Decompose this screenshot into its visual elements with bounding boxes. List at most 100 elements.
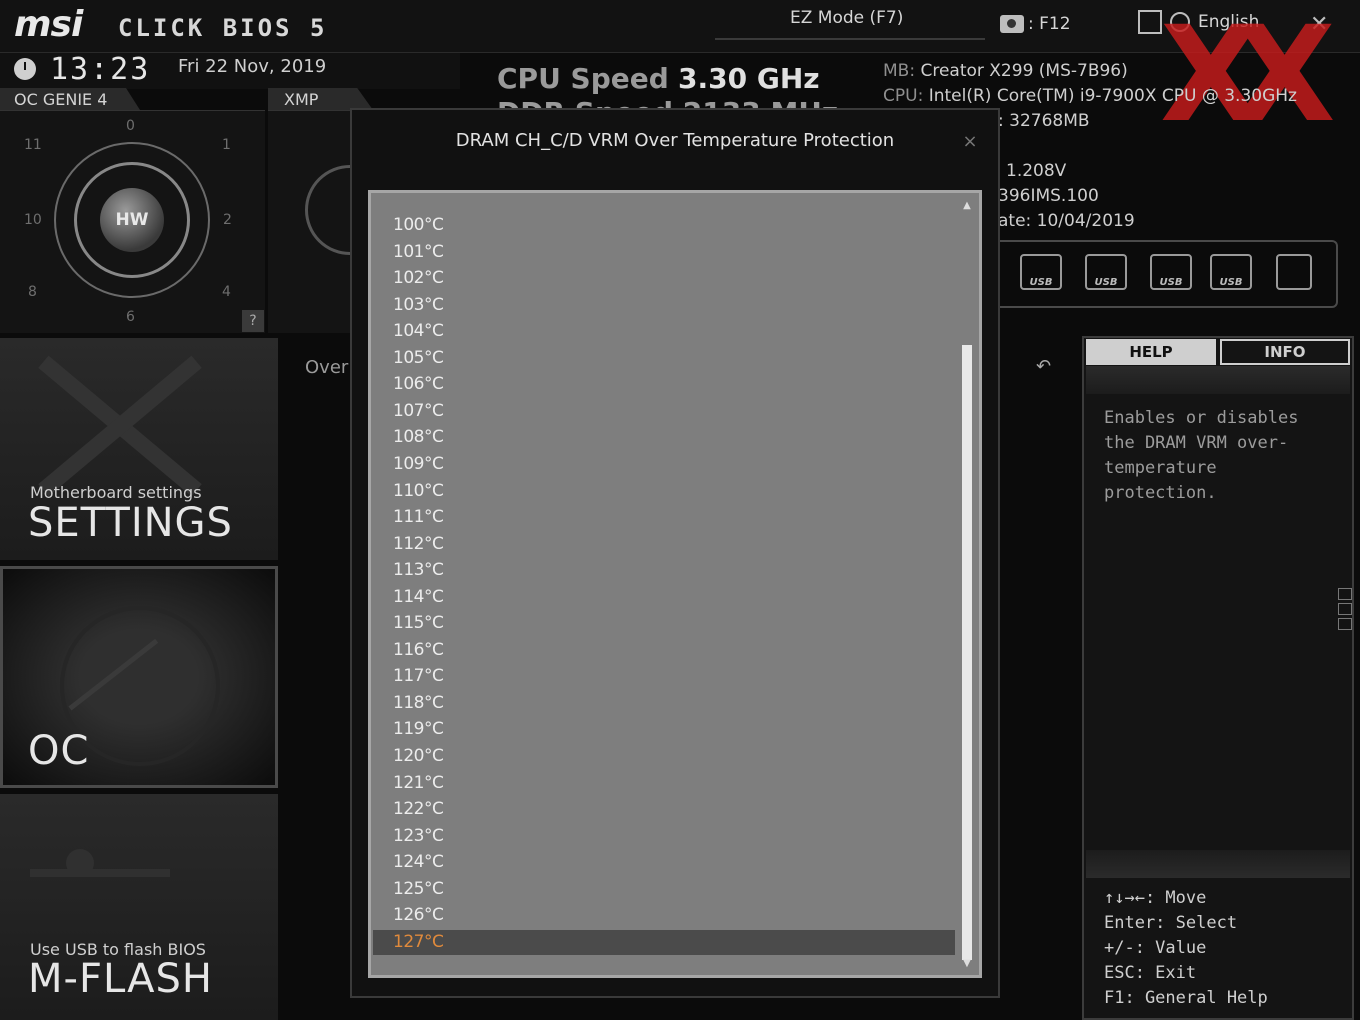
option-item[interactable]: 105°C	[373, 346, 955, 371]
option-item-selected[interactable]: 127°C	[373, 930, 955, 955]
key-move: ↑↓→←: Move	[1104, 888, 1207, 908]
help-description: Enables or disables the DRAM VRM over-te…	[1104, 408, 1299, 503]
clock-date: Fri 22 Nov, 2019	[178, 56, 327, 77]
nav-oc[interactable]: OC	[0, 566, 278, 788]
option-item[interactable]: 115°C	[373, 611, 955, 636]
nav-settings[interactable]: Motherboard settings SETTINGS	[0, 338, 278, 560]
option-item[interactable]: 101°C	[373, 240, 955, 265]
dial-number: 0	[126, 118, 135, 134]
option-item[interactable]: 112°C	[373, 532, 955, 557]
dialog-close-button[interactable]: ×	[960, 132, 980, 152]
option-item[interactable]: 106°C	[373, 372, 955, 397]
option-item[interactable]: 116°C	[373, 638, 955, 663]
usb-label: USB	[1159, 277, 1183, 288]
cpu-speed-label: CPU Speed	[497, 62, 669, 95]
option-item[interactable]: 124°C	[373, 850, 955, 875]
help-scroll-down-handle[interactable]	[1086, 850, 1350, 878]
option-item[interactable]: 119°C	[373, 717, 955, 742]
option-item[interactable]: 122°C	[373, 797, 955, 822]
cpu-info: CPU: Intel(R) Core(TM) i9-7900X CPU @ 3.…	[883, 86, 1297, 106]
dialog-title: DRAM CH_C/D VRM Over Temperature Protect…	[455, 130, 895, 151]
option-item[interactable]: 117°C	[373, 664, 955, 689]
search-icon[interactable]	[1138, 10, 1162, 34]
clock-icon	[14, 58, 36, 80]
click-bios-logo: CLICK BIOS 5	[118, 14, 328, 42]
key-exit: ESC: Exit	[1104, 963, 1197, 983]
bios-version-info: 396IMS.100	[998, 186, 1099, 206]
watermark-logo: XX	[1160, 0, 1335, 152]
side-tab-icon[interactable]	[1338, 588, 1352, 600]
usb-label: USB	[1219, 277, 1243, 288]
msi-logo: msi	[14, 4, 83, 45]
nav-oc-title: OC	[28, 728, 90, 774]
dial-number: 2	[223, 212, 232, 228]
close-icon[interactable]: ✕	[1310, 12, 1328, 37]
nav-mflash[interactable]: Use USB to flash BIOS M-FLASH	[0, 794, 278, 1020]
mb-info: MB: Creator X299 (MS-7B96)	[883, 61, 1128, 81]
cpu-speed-value: 3.30 GHz	[678, 62, 820, 95]
voltage-info: 1.208V	[1006, 161, 1067, 181]
tab-help[interactable]: HELP	[1086, 339, 1216, 365]
dial-number: 4	[222, 284, 231, 300]
ez-mode-button[interactable]: EZ Mode (F7)	[790, 8, 903, 28]
side-tab-icon[interactable]	[1338, 618, 1352, 630]
boot-device-usb-floppy[interactable]: USB	[1210, 254, 1252, 290]
ddr-speed-partial: DDR Speed 2133 MHz	[497, 96, 838, 108]
oc-genie-label: OC GENIE 4	[14, 90, 108, 109]
dial-number: 11	[24, 137, 42, 153]
usb-symbol-icon	[30, 869, 170, 877]
option-item[interactable]: 108°C	[373, 425, 955, 450]
option-item[interactable]: 126°C	[373, 903, 955, 928]
dial-number: 1	[222, 137, 231, 153]
screenshot-key-label: : F12	[1028, 14, 1071, 34]
scroll-up-arrow-icon[interactable]: ▲	[960, 200, 974, 211]
option-item[interactable]: 103°C	[373, 293, 955, 318]
screenshot-button[interactable]: : F12	[1000, 14, 1071, 34]
option-item[interactable]: 110°C	[373, 479, 955, 504]
option-item[interactable]: 100°C	[373, 213, 955, 238]
dial-number: 8	[28, 284, 37, 300]
option-item[interactable]: 107°C	[373, 399, 955, 424]
option-item[interactable]: 123°C	[373, 824, 955, 849]
boot-device-network[interactable]	[1276, 254, 1312, 290]
usb-label: USB	[1094, 277, 1118, 288]
bios-date-info: ate: 10/04/2019	[998, 211, 1135, 231]
option-item[interactable]: 121°C	[373, 771, 955, 796]
mb-key: MB:	[883, 61, 916, 81]
usb-label: USB	[1029, 277, 1053, 288]
overclocking-breadcrumb-partial: Over	[305, 357, 349, 378]
option-item[interactable]: 111°C	[373, 505, 955, 530]
dial-number: 6	[126, 309, 135, 325]
boot-device-usb-cd[interactable]: USB	[1085, 254, 1127, 290]
nav-settings-title: SETTINGS	[28, 500, 233, 546]
listbox-scrollbar-thumb[interactable]	[962, 345, 972, 960]
nav-mflash-title: M-FLASH	[28, 956, 213, 1002]
boot-device-usb-hdd[interactable]: USB	[1020, 254, 1062, 290]
option-item[interactable]: 114°C	[373, 585, 955, 610]
cpu-value: Intel(R) Core(TM) i9-7900X CPU @ 3.30GHz	[928, 86, 1297, 106]
clock-time: 13:23	[50, 52, 151, 87]
option-item[interactable]: 113°C	[373, 558, 955, 583]
key-select: Enter: Select	[1104, 913, 1238, 933]
oc-genie-help-button[interactable]: ?	[242, 310, 264, 332]
mb-value: Creator X299 (MS-7B96)	[920, 61, 1128, 81]
oc-genie-hw-knob[interactable]: HW	[100, 188, 164, 252]
cpu-key: CPU:	[883, 86, 924, 106]
side-tab-icon[interactable]	[1338, 603, 1352, 615]
dial-number: 10	[24, 212, 42, 228]
boot-device-usb-key[interactable]: USB	[1150, 254, 1192, 290]
scroll-down-arrow-icon[interactable]: ▼	[960, 958, 974, 969]
option-item[interactable]: 102°C	[373, 266, 955, 291]
help-scroll-up-handle[interactable]	[1086, 366, 1350, 394]
option-item[interactable]: 104°C	[373, 319, 955, 344]
option-item[interactable]: 118°C	[373, 691, 955, 716]
undo-icon[interactable]: ↶	[1036, 356, 1051, 377]
key-value: +/-: Value	[1104, 938, 1207, 958]
camera-icon	[1000, 15, 1024, 33]
xmp-label: XMP	[284, 90, 319, 109]
option-item[interactable]: 109°C	[373, 452, 955, 477]
tab-info[interactable]: INFO	[1220, 339, 1350, 365]
memory-info: : 32768MB	[998, 111, 1090, 131]
option-item[interactable]: 120°C	[373, 744, 955, 769]
option-item[interactable]: 125°C	[373, 877, 955, 902]
